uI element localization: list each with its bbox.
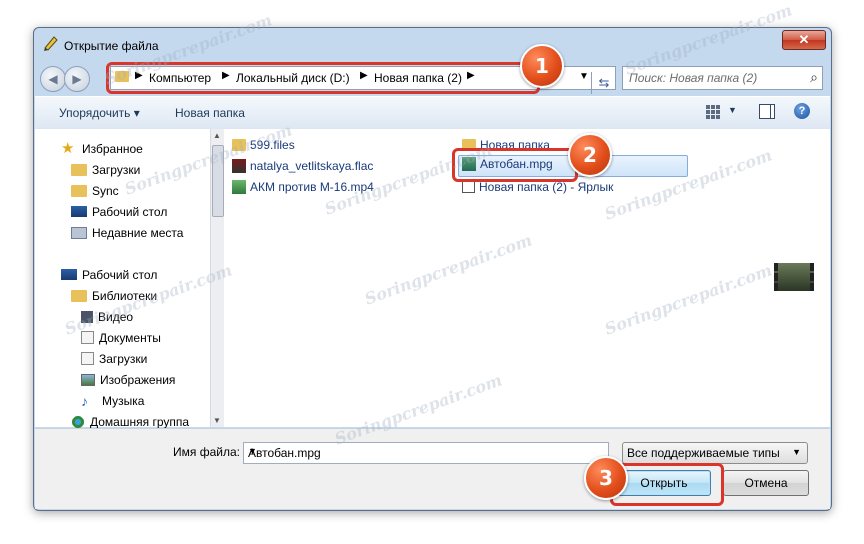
- search-placeholder: Поиск: Новая папка (2): [629, 71, 758, 85]
- chevron-down-icon[interactable]: ▼: [792, 447, 801, 457]
- music-note-icon: ♪: [81, 392, 88, 409]
- view-options-icon[interactable]: [705, 104, 721, 120]
- cancel-button[interactable]: Отмена: [723, 470, 809, 496]
- desktop-icon: [71, 206, 87, 218]
- file-item-mp4[interactable]: АКМ против М-16.mp4: [232, 179, 374, 197]
- command-toolbar: Упорядочить ▾ Новая папка ▼ ?: [35, 96, 830, 130]
- scroll-down-icon[interactable]: ▼: [213, 416, 221, 425]
- chevron-down-icon[interactable]: ▼: [579, 71, 589, 82]
- recent-places-icon: [71, 226, 87, 239]
- desktop-icon: [61, 269, 77, 281]
- filetype-value: Все поддерживаемые типы: [627, 446, 780, 460]
- nav-item-downloads[interactable]: Загрузки: [71, 162, 140, 180]
- organize-button[interactable]: Упорядочить ▾: [59, 106, 140, 120]
- close-button[interactable]: ✕: [782, 30, 826, 50]
- chevron-down-icon[interactable]: ▼: [248, 446, 604, 456]
- step-badge-2: 2: [568, 133, 612, 177]
- open-file-dialog: Открытие файла ✕ ◀ ▶ ▶ Компьютер ▶ Локал…: [33, 27, 832, 511]
- step-badge-3: 3: [584, 456, 628, 500]
- new-folder-button[interactable]: Новая папка: [175, 106, 245, 120]
- filename-input[interactable]: Автобан.mpg ▼: [243, 442, 609, 464]
- navigation-pane: ★ Избранное Загрузки Sync Рабочий стол Не…: [35, 129, 210, 429]
- app-icon: [44, 36, 58, 51]
- search-icon[interactable]: ⌕: [810, 69, 818, 86]
- nav-item-desktop-root[interactable]: Рабочий стол: [61, 267, 157, 285]
- forward-button[interactable]: ▶: [64, 66, 90, 92]
- file-item-599-files[interactable]: 599.files: [232, 137, 295, 155]
- chevron-down-icon[interactable]: ▼: [728, 105, 737, 115]
- shortcut-icon: [462, 180, 475, 194]
- nav-item-favorites[interactable]: ★ Избранное: [61, 141, 143, 159]
- refresh-icon[interactable]: ⇆: [591, 72, 616, 94]
- back-button[interactable]: ◀: [40, 66, 66, 92]
- nav-item-music[interactable]: ♪ Музыка: [81, 393, 144, 411]
- star-icon: ★: [61, 139, 75, 157]
- nav-item-sync[interactable]: Sync: [71, 183, 119, 201]
- preview-pane-icon[interactable]: [759, 104, 775, 119]
- file-item-flac[interactable]: natalya_vetlitskaya.flac: [232, 158, 373, 176]
- help-icon[interactable]: ?: [794, 103, 810, 119]
- folder-icon: [232, 138, 246, 151]
- highlight-address-bar: [106, 62, 540, 94]
- navigation-scrollbar[interactable]: ▲ ▼: [210, 129, 224, 427]
- title-bar: Открытие файла ✕: [34, 28, 831, 60]
- homegroup-icon: [71, 414, 85, 429]
- nav-item-documents[interactable]: Документы: [81, 330, 161, 348]
- sync-folder-icon: [71, 184, 87, 197]
- filename-label: Имя файла:: [173, 445, 240, 459]
- step-badge-1: 1: [520, 44, 564, 88]
- window-title: Открытие файла: [64, 39, 159, 53]
- search-input[interactable]: Поиск: Новая папка (2) ⌕: [622, 66, 823, 90]
- downloads-folder-icon: [71, 163, 87, 176]
- flac-file-icon: [232, 158, 246, 173]
- nav-item-video[interactable]: Видео: [81, 309, 133, 327]
- nav-item-downloads-lib[interactable]: Загрузки: [81, 351, 147, 369]
- nav-item-images[interactable]: Изображения: [81, 372, 175, 390]
- video-thumbnail: [774, 263, 814, 291]
- downloads-library-icon: [81, 352, 94, 366]
- highlight-selected-file: [452, 148, 578, 182]
- nav-item-recent[interactable]: Недавние места: [71, 225, 183, 243]
- nav-item-desktop[interactable]: Рабочий стол: [71, 204, 167, 222]
- video-library-icon: [81, 310, 93, 323]
- documents-library-icon: [81, 331, 94, 345]
- images-library-icon: [81, 373, 95, 386]
- filetype-select[interactable]: Все поддерживаемые типы ▼: [622, 442, 808, 464]
- video-file-icon: [232, 179, 246, 194]
- scroll-thumb[interactable]: [212, 145, 224, 217]
- scroll-up-icon[interactable]: ▲: [213, 131, 221, 140]
- highlight-open-button: [610, 463, 724, 506]
- libraries-icon: [71, 289, 87, 302]
- nav-item-libraries[interactable]: Библиотеки: [71, 288, 157, 306]
